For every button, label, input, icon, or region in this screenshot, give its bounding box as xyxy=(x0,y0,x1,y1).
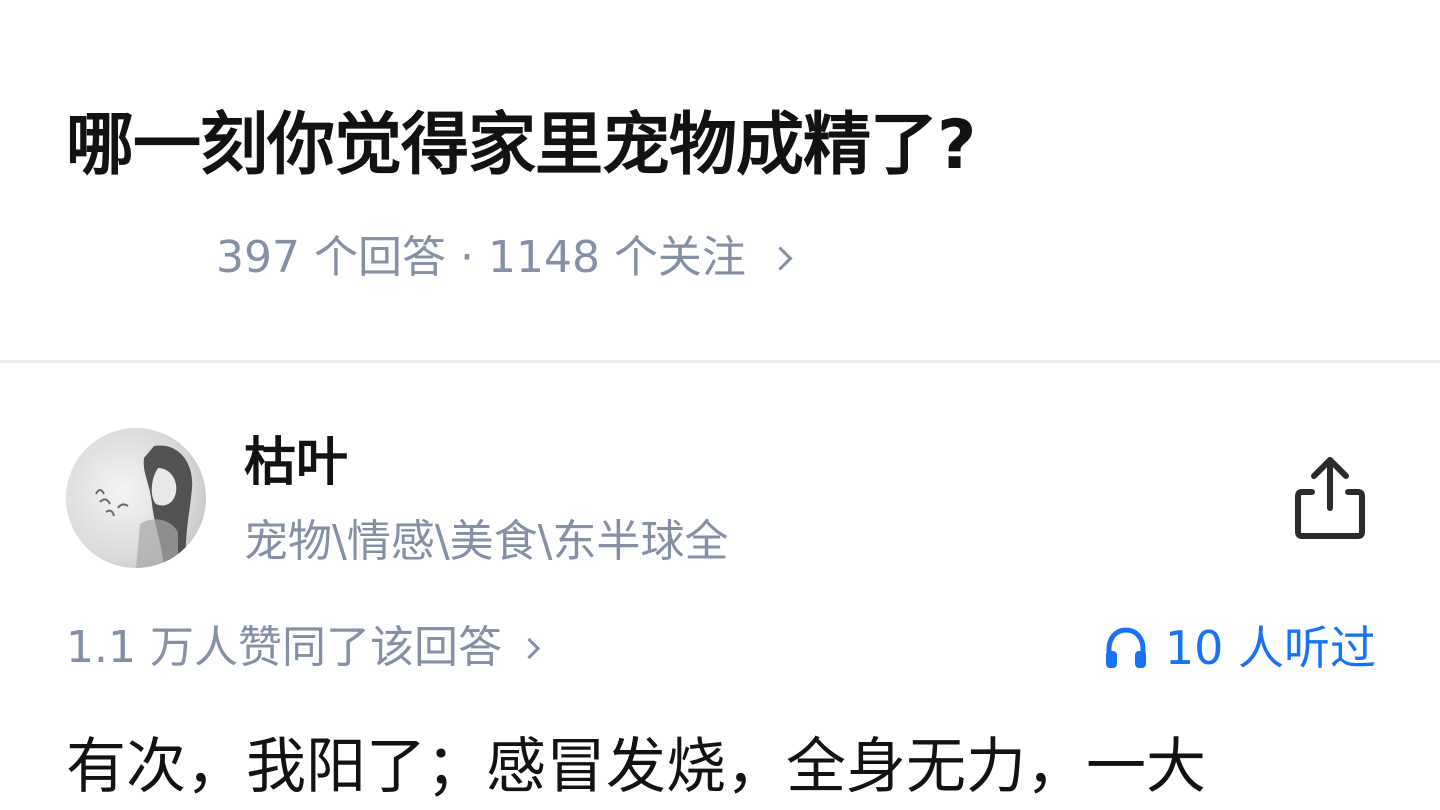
headphone-icon xyxy=(1105,627,1146,668)
avatar-image xyxy=(66,428,206,568)
author-name[interactable]: 枯叶 xyxy=(244,428,348,498)
meta-separator: · xyxy=(459,232,474,283)
share-button[interactable] xyxy=(1290,452,1370,542)
avatar[interactable] xyxy=(66,428,206,568)
question-meta-link[interactable]: 397 个回答 · 1148 个关注 xyxy=(216,228,793,288)
listen-count-text: 10 人听过 xyxy=(1164,621,1376,675)
question-title[interactable]: 哪一刻你觉得家里宠物成精了? xyxy=(66,104,976,188)
answer-page: 哪一刻你觉得家里宠物成精了? 397 个回答 · 1148 个关注 枯叶 宠物\… xyxy=(0,0,1440,810)
share-icon xyxy=(1295,457,1365,539)
upvote-count-text: 1.1 万人赞同了该回答 xyxy=(66,622,502,673)
author-bio: 宠物\情感\美食\东半球全 xyxy=(244,516,729,567)
answers-count: 397 个回答 xyxy=(216,232,446,283)
followers-count: 1148 个关注 xyxy=(487,232,746,283)
upvote-info-link[interactable]: 1.1 万人赞同了该回答 xyxy=(66,618,541,678)
listen-button[interactable]: 10 人听过 xyxy=(1103,618,1376,678)
section-divider xyxy=(0,360,1440,363)
chevron-right-icon xyxy=(518,637,541,659)
chevron-right-icon xyxy=(768,245,793,271)
answer-body[interactable]: 有次，我阳了；感冒发烧，全身无力，一大 xyxy=(66,724,1206,810)
